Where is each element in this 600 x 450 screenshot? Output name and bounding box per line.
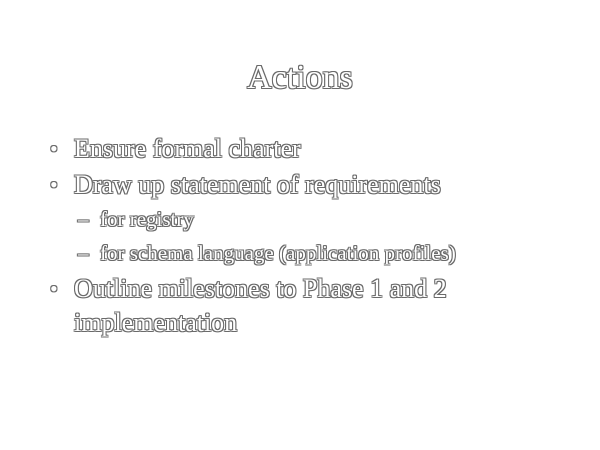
bullet-item: • Outline milestones to Phase 1 and 2 im… (48, 272, 568, 340)
slide-title: Actions (247, 59, 353, 96)
bullet-text: Ensure formal charter (74, 134, 301, 163)
sub-bullet-text: for registry (100, 207, 194, 231)
sub-bullet-item: – for schema language (application profi… (48, 236, 568, 270)
bullet-glyph: • (50, 136, 58, 161)
bullet-item: • Ensure formal charter (48, 132, 568, 166)
dash-glyph: – (78, 241, 89, 265)
bullet-item: • Draw up statement of requirements (48, 168, 568, 202)
sub-bullet-text: for schema language (application profile… (100, 241, 456, 265)
dash-glyph: – (78, 207, 89, 231)
bullet-glyph: • (50, 172, 58, 197)
sub-bullet-item: – for registry (48, 202, 568, 236)
bullet-text: Outline milestones to Phase 1 and 2 impl… (74, 274, 447, 337)
bullet-list: • Ensure formal charter • Draw up statem… (48, 132, 568, 340)
bullet-text: Draw up statement of requirements (74, 170, 441, 199)
bullet-glyph: • (50, 276, 58, 301)
slide: Actions • Ensure formal charter • Draw u… (0, 0, 600, 450)
